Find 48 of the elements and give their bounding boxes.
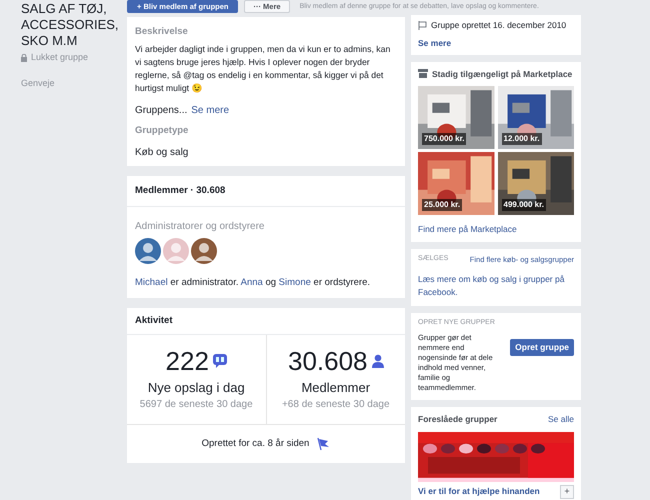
price-label: 12.000 kr. [502,133,542,146]
flag-icon [317,437,330,452]
stat-label: Medlemmer [301,378,370,396]
speech-bubble-icon [212,352,227,368]
listing-tile[interactable]: 12.000 kr. [498,86,574,150]
listing-tile[interactable]: 25.000 kr. [418,152,494,216]
section-heading: Beskrivelse [135,25,189,39]
admins-sentence: Michael er administrator. Anna og Simone er ordstyrere. [135,276,372,290]
group-name[interactable]: Vi er til for at hjælpe hinanden [418,484,540,498]
created-date: Gruppe oprettet 16. december 2010 [431,19,566,32]
listing-tile[interactable]: 750.000 kr. [418,86,494,150]
card-heading: Aktivitet [127,308,405,336]
flag-icon [418,20,427,30]
see-more-link[interactable]: Se mere [418,36,574,50]
moderator-link[interactable]: Simone [278,276,311,288]
avatar[interactable] [191,238,217,264]
card-heading: Foreslåede grupper [418,412,498,426]
price-label: 499.000 kr. [502,199,546,212]
group-type: Køb og salg [135,146,190,160]
privacy-label: Lukket gruppe [31,51,88,64]
avatar[interactable] [135,238,161,264]
info-link[interactable]: Læs mere om køb og salg i grupper på Facebook. [418,273,574,300]
section-heading: Administratorer og ordstyrere [135,220,266,234]
section-heading: Gruppetype [135,124,190,138]
stat-detail: 5697 de seneste 30 dage [140,398,253,412]
group-title: SALG AF TØJ, ACCESSORIES, SKO M.M [21,1,119,49]
rules-text: Gruppens... [135,104,188,118]
listing-tile[interactable]: 499.000 kr. [498,152,574,216]
stat-value: 30.608 [288,348,368,374]
card-heading: Medlemmer · 30.608 [127,176,405,207]
marketplace-link[interactable]: Find mere på Marketplace [418,223,574,236]
card-heading: Stadig tilgængeligt på Marketplace [432,68,572,80]
created-text: Oprettet for ca. 8 år siden [202,437,310,452]
moderator-link[interactable]: Anna [240,276,263,288]
stat-label: Nye opslag i dag [148,378,245,397]
stat-detail: +68 de seneste 30 dage [282,398,390,412]
lock-icon [21,54,27,62]
join-button[interactable]: + [560,484,574,498]
description-text: Vi arbejder dagligt inde i gruppen, men da vi kun er to admins, kan vi sagtens bruge jeres hjælp. Hvis I oplever nogen der bryder reglerne, så @tag os endelig i en kommentar, så kigger vi på det hurtigst muligt 😉 [135,43,392,96]
admin-link[interactable]: Michael [135,276,168,288]
shop-icon [418,69,428,78]
price-label: 25.000 kr. [422,199,462,212]
price-label: 750.000 kr. [422,133,466,146]
create-group-button[interactable]: Opret gruppe [510,338,574,356]
see-all-link[interactable]: Se alle [548,412,574,426]
see-more-link[interactable]: Se mere [191,103,230,118]
stat-value: 222 [166,348,209,374]
person-icon [372,354,384,368]
